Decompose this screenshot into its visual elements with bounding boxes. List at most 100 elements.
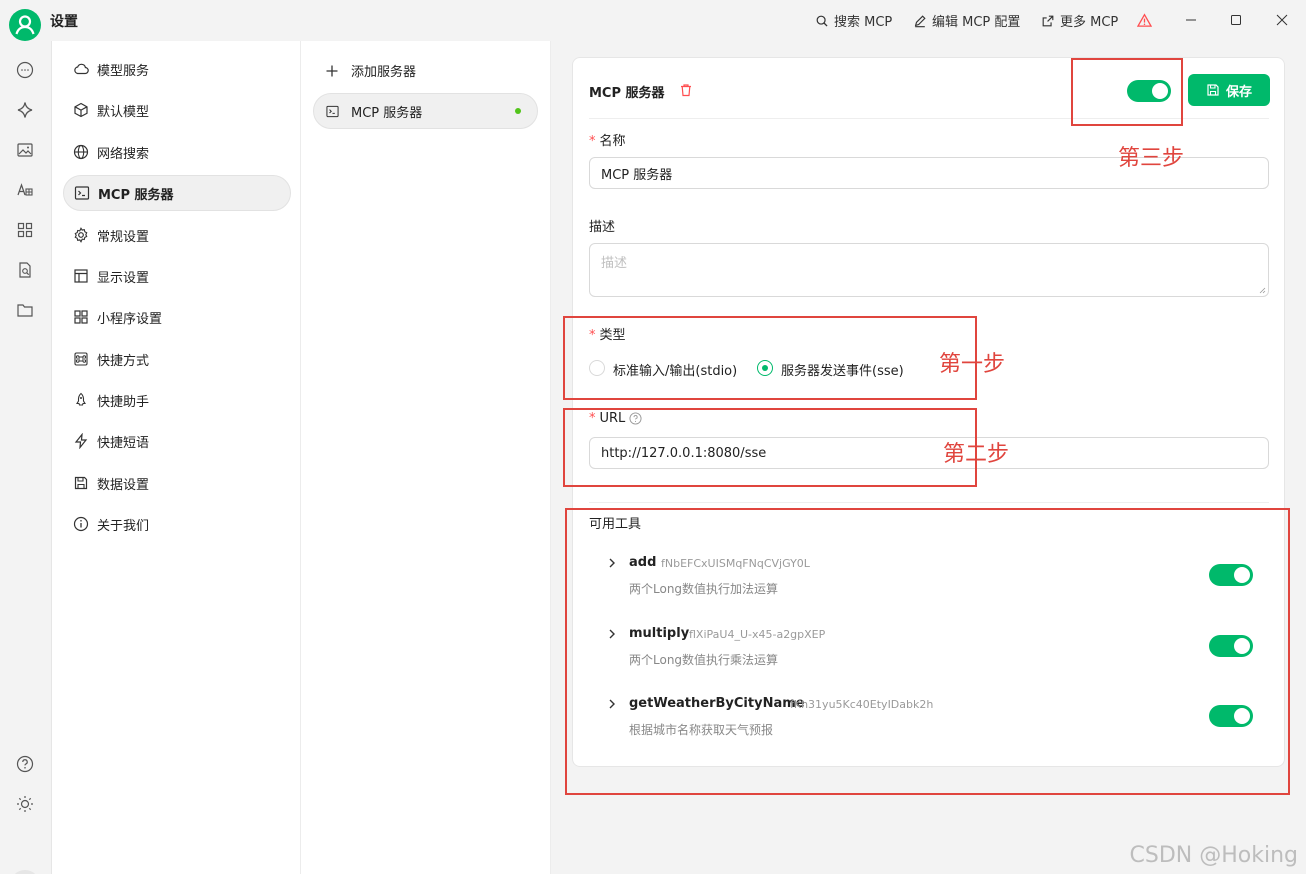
- edit-mcp-config-button[interactable]: 编辑 MCP 配置: [913, 11, 1020, 30]
- nav-item-quick-assistant[interactable]: 快捷助手: [63, 382, 291, 418]
- nav-item-label: 网络搜索: [97, 146, 150, 162]
- trash-icon: [681, 84, 691, 97]
- nav-item-label: 常规设置: [97, 229, 150, 245]
- title-bar: 设置 搜索 MCP 编辑 MCP 配置 更多 MCP: [0, 0, 1306, 41]
- settings-nav: 模型服务 默认模型 网络搜索 MCP 服务器 常规设置 显示设置 小程序设置 快…: [51, 41, 301, 874]
- description-textarea[interactable]: 描述: [589, 243, 1269, 297]
- save-label: 保存: [1225, 84, 1252, 100]
- more-mcp-button[interactable]: 更多 MCP: [1041, 11, 1118, 30]
- folder-icon: [17, 304, 33, 317]
- nav-item-label: 快捷方式: [97, 353, 150, 369]
- nav-item-about[interactable]: 关于我们: [63, 506, 291, 542]
- description-label: 描述: [589, 220, 616, 235]
- nav-item-data[interactable]: 数据设置: [63, 465, 291, 501]
- sun-icon: [17, 796, 33, 812]
- nav-item-display[interactable]: 显示设置: [63, 258, 291, 294]
- avatar[interactable]: [9, 9, 41, 41]
- edit-mcp-config-label: 编辑 MCP 配置: [932, 15, 1021, 30]
- search-icon: [816, 15, 828, 27]
- rocket-icon: [76, 392, 86, 406]
- nav-item-default-model[interactable]: 默认模型: [63, 92, 291, 128]
- add-server-button[interactable]: 添加服务器: [325, 61, 416, 80]
- terminal-icon: [326, 105, 339, 117]
- maximize-icon: [1231, 15, 1241, 25]
- divider: [589, 502, 1269, 503]
- rail-files[interactable]: [15, 300, 35, 320]
- nav-item-label: 数据设置: [97, 477, 150, 493]
- translate-icon: [17, 183, 33, 196]
- globe-icon: [73, 144, 89, 160]
- nav-item-general[interactable]: 常规设置: [63, 217, 291, 253]
- user-icon: [15, 15, 35, 35]
- rail-images[interactable]: [15, 140, 35, 160]
- command-icon: [74, 352, 88, 366]
- server-item-label: MCP 服务器: [351, 105, 423, 121]
- nav-item-web-search[interactable]: 网络搜索: [63, 134, 291, 170]
- rail-help[interactable]: [15, 754, 35, 774]
- sparkle-icon: [17, 102, 33, 118]
- rail-theme[interactable]: [15, 794, 35, 814]
- nav-item-label: MCP 服务器: [98, 187, 174, 203]
- page-title: 设置: [50, 14, 78, 30]
- annotation-box-tools: [565, 508, 1290, 795]
- mcp-server-list: 添加服务器 MCP 服务器: [301, 41, 551, 874]
- annotation-box-step1: [563, 316, 977, 400]
- rail-agents[interactable]: [15, 100, 35, 120]
- terminal-icon: [74, 186, 90, 200]
- nav-item-label: 快捷短语: [97, 435, 150, 451]
- apps-grid-icon: [17, 222, 33, 238]
- chat-icon: [16, 61, 34, 79]
- annotation-step2: 第二步: [943, 442, 1010, 467]
- minimize-icon: [1186, 19, 1196, 21]
- zap-icon: [74, 433, 88, 449]
- search-mcp-label: 搜索 MCP: [834, 15, 893, 30]
- nav-item-mcp-servers[interactable]: MCP 服务器: [63, 175, 291, 211]
- nav-item-model-service[interactable]: 模型服务: [63, 51, 291, 87]
- nav-item-label: 模型服务: [97, 63, 150, 79]
- rail-translate[interactable]: [15, 180, 35, 200]
- annotation-step1: 第一步: [939, 352, 1006, 377]
- add-server-label: 添加服务器: [351, 65, 417, 80]
- more-mcp-label: 更多 MCP: [1060, 15, 1119, 30]
- rail-chat[interactable]: [15, 60, 35, 80]
- minimize-button[interactable]: [1179, 8, 1203, 32]
- info-icon: [73, 516, 89, 532]
- nav-item-label: 关于我们: [97, 518, 150, 534]
- close-button[interactable]: [1270, 8, 1294, 32]
- warning-button[interactable]: [1132, 8, 1156, 32]
- search-mcp-button[interactable]: 搜索 MCP: [815, 11, 892, 30]
- grid-icon: [74, 310, 88, 324]
- nav-item-quick-phrases[interactable]: 快捷短语: [63, 423, 291, 459]
- resize-handle-icon[interactable]: [1258, 286, 1266, 294]
- layout-icon: [74, 269, 88, 283]
- image-icon: [17, 143, 33, 157]
- annotation-box-step2: [563, 408, 977, 487]
- name-input-value: MCP 服务器: [601, 167, 673, 183]
- server-list-item[interactable]: MCP 服务器: [313, 93, 538, 129]
- annotation-box-step3: [1071, 58, 1183, 126]
- nav-item-label: 快捷助手: [97, 394, 150, 410]
- delete-server-button[interactable]: [679, 83, 693, 97]
- maximize-button[interactable]: [1224, 8, 1248, 32]
- file-search-icon: [19, 262, 31, 278]
- help-icon: [16, 755, 34, 773]
- pencil-icon: [914, 14, 926, 27]
- warning-icon: [1136, 12, 1152, 27]
- server-title: MCP 服务器: [589, 86, 665, 101]
- rail-settings[interactable]: [10, 870, 40, 874]
- save-icon: [1207, 84, 1219, 96]
- nav-item-label: 默认模型: [97, 104, 150, 120]
- cube-icon: [74, 102, 88, 118]
- nav-item-shortcuts[interactable]: 快捷方式: [63, 341, 291, 377]
- description-placeholder: 描述: [601, 256, 628, 271]
- gear-icon: [74, 227, 88, 243]
- rail-apps[interactable]: [15, 220, 35, 240]
- close-icon: [1276, 14, 1288, 26]
- nav-item-label: 小程序设置: [97, 311, 163, 327]
- nav-item-label: 显示设置: [97, 270, 150, 286]
- rail-knowledge[interactable]: [15, 260, 35, 280]
- server-status-dot: [515, 108, 521, 114]
- save-icon: [74, 476, 88, 490]
- nav-item-miniapp[interactable]: 小程序设置: [63, 299, 291, 335]
- save-button[interactable]: 保存: [1188, 74, 1270, 106]
